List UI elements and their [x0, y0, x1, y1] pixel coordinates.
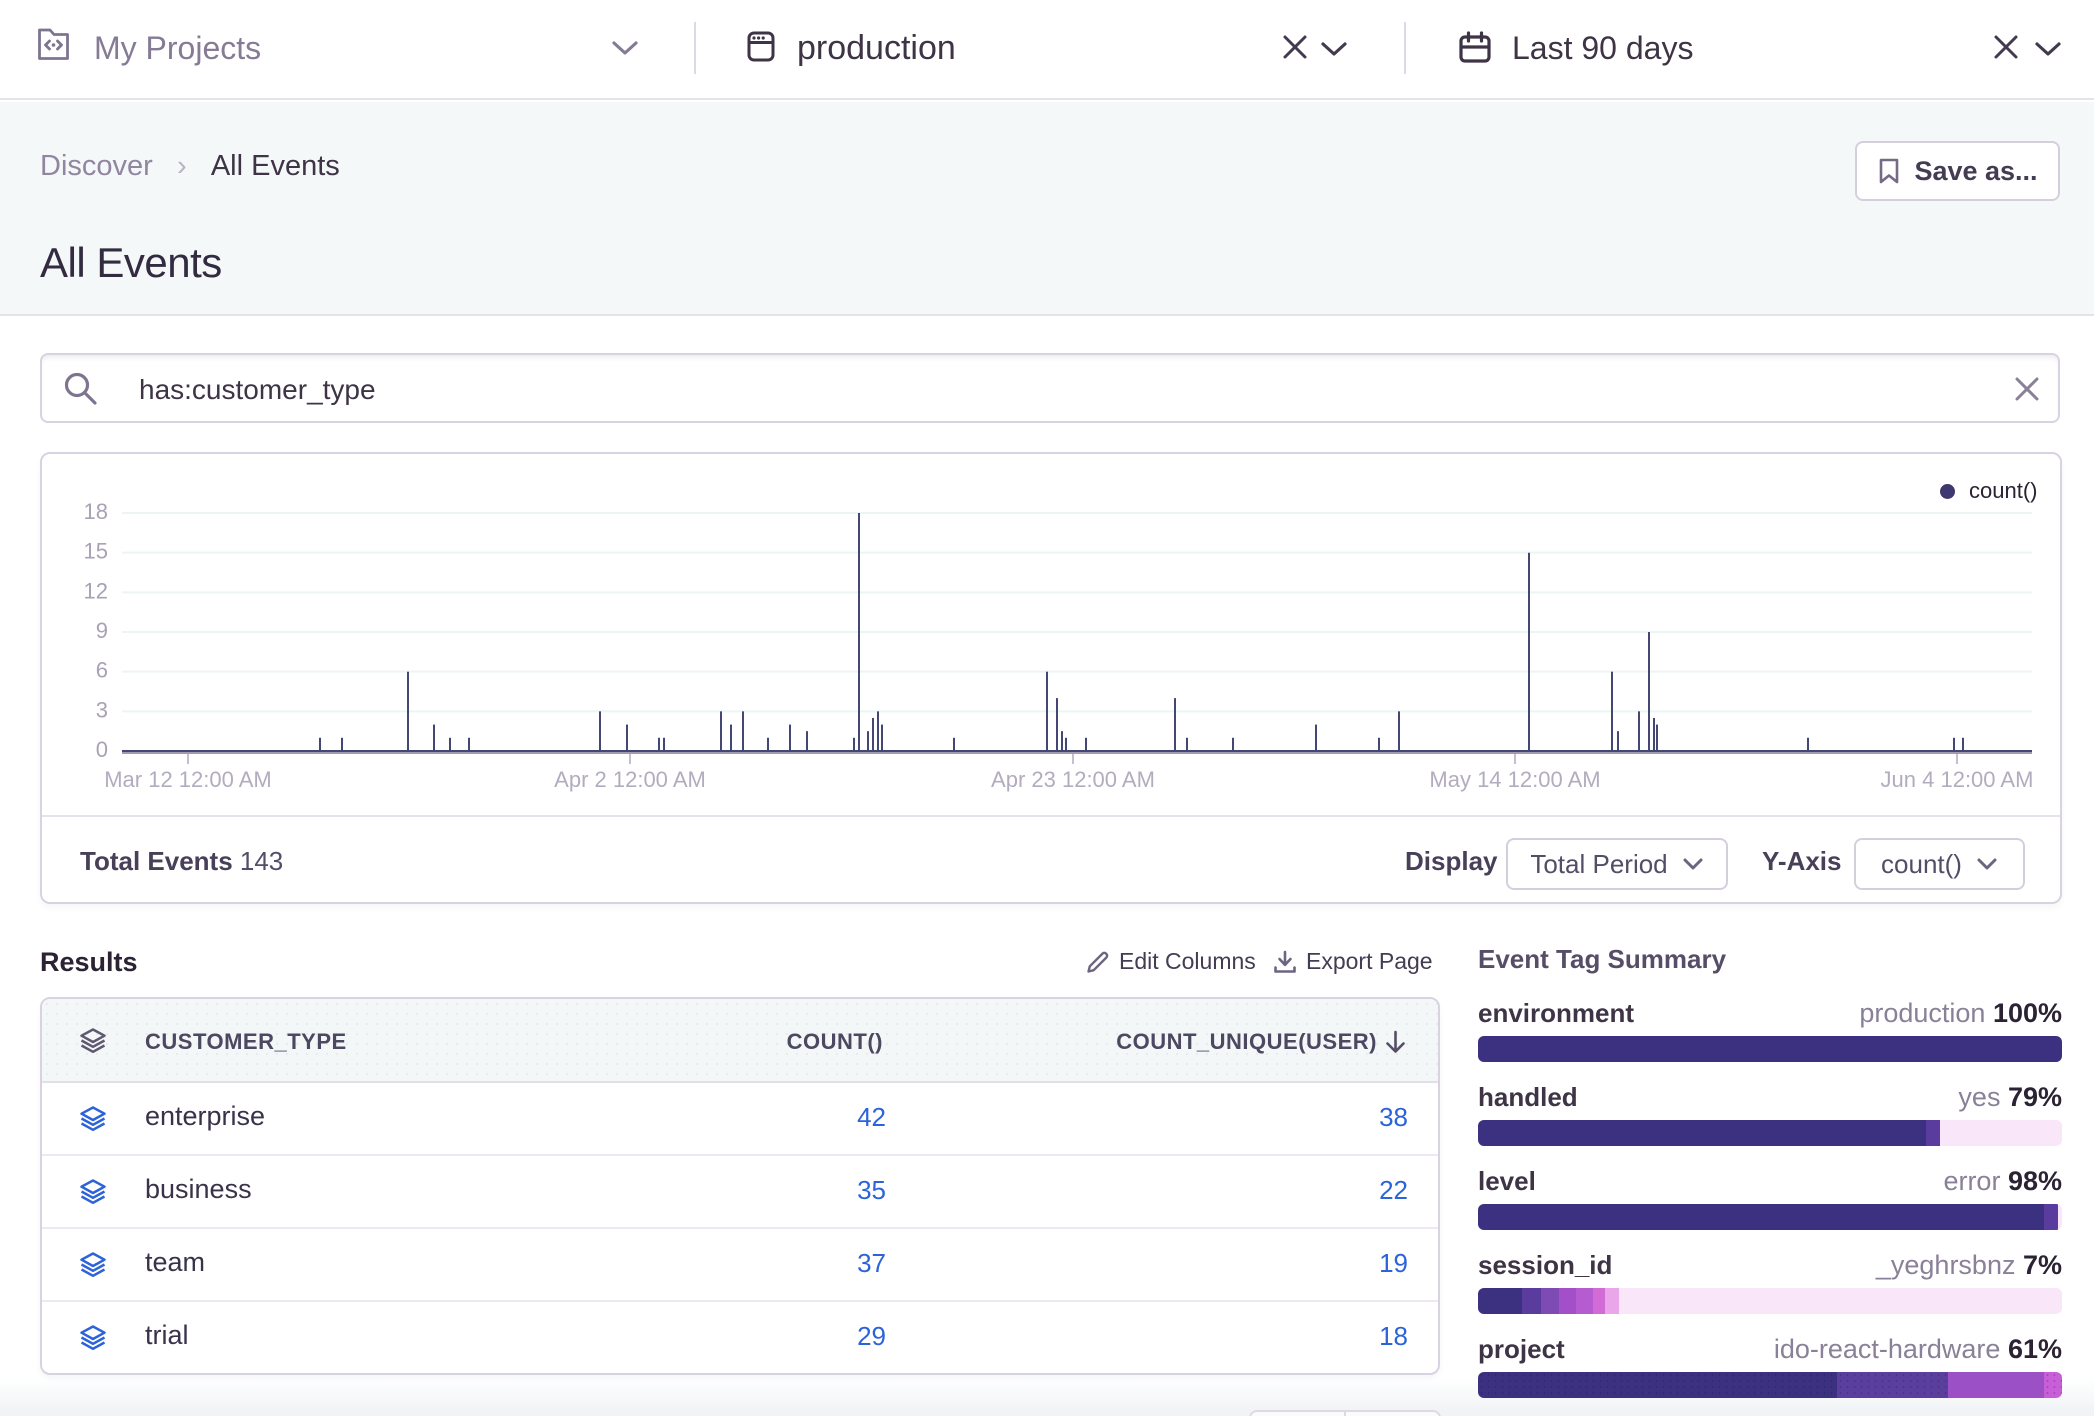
svg-text:18: 18 — [84, 499, 108, 524]
svg-text:Apr 23 12:00 AM: Apr 23 12:00 AM — [991, 767, 1155, 792]
svg-text:15: 15 — [84, 539, 108, 564]
svg-text:0: 0 — [96, 737, 108, 762]
svg-text:6: 6 — [96, 658, 108, 683]
svg-text:3: 3 — [96, 697, 108, 722]
svg-text:Jun 4 12:00 AM: Jun 4 12:00 AM — [1881, 767, 2034, 792]
svg-text:Mar 12 12:00 AM: Mar 12 12:00 AM — [104, 767, 272, 792]
svg-text:12: 12 — [84, 578, 108, 603]
svg-text:Apr 2 12:00 AM: Apr 2 12:00 AM — [554, 767, 706, 792]
svg-text:May 14 12:00 AM: May 14 12:00 AM — [1429, 767, 1600, 792]
svg-text:9: 9 — [96, 618, 108, 643]
